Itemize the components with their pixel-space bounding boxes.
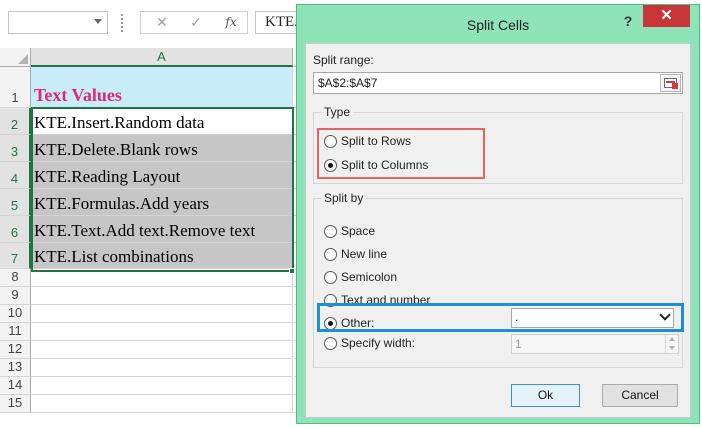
split-range-label: Split range: <box>313 53 374 67</box>
table-cell[interactable]: KTE.Formulas.Add years <box>31 189 293 216</box>
range-select-button[interactable] <box>660 74 681 92</box>
radio-button[interactable] <box>324 270 337 284</box>
select-all-corner[interactable] <box>0 48 31 67</box>
cancel-button[interactable]: Cancel <box>602 384 678 407</box>
radio-space[interactable]: Space <box>324 223 375 239</box>
spin-down-icon[interactable] <box>669 346 675 350</box>
select-all-triangle-icon <box>18 54 28 64</box>
row-header-2[interactable]: 2 <box>0 108 31 135</box>
table-cell[interactable] <box>31 269 293 287</box>
radio-button[interactable] <box>324 247 337 261</box>
table-cell[interactable]: KTE.Delete.Blank rows <box>31 135 293 162</box>
split-by-group-title: Split by <box>321 191 367 205</box>
range-picker-icon-arrow <box>672 83 678 89</box>
header-cell[interactable]: Text Values <box>31 67 293 108</box>
help-button[interactable]: ? <box>621 11 635 31</box>
row-header-8[interactable]: 8 <box>0 269 31 287</box>
dialog-title: Split Cells <box>466 17 530 33</box>
formula-bar-separator[interactable] <box>121 14 124 32</box>
table-cell[interactable] <box>31 359 293 377</box>
dialog-body: Split range: $A$2:$A$7 Type Split to Row… <box>305 43 691 418</box>
ok-button[interactable]: Ok <box>511 384 580 407</box>
chevron-down-icon[interactable] <box>94 19 102 24</box>
row-header-12[interactable]: 12 <box>0 341 31 359</box>
row-header-11[interactable]: 11 <box>0 323 31 341</box>
row-header-6[interactable]: 6 <box>0 216 31 243</box>
radio-button[interactable] <box>324 336 337 350</box>
table-cell[interactable] <box>31 377 293 395</box>
row-header-5[interactable]: 5 <box>0 189 31 216</box>
formula-buttons: ✕ ✓ fx <box>140 11 248 34</box>
table-cell[interactable]: KTE.Insert.Random data <box>31 108 293 135</box>
specify-width-input[interactable]: 1 <box>511 334 679 354</box>
radio-specify-width[interactable]: Specify width: <box>324 335 415 351</box>
close-button[interactable]: ✕ <box>643 5 690 27</box>
table-cell[interactable]: KTE.Text.Add text.Remove text <box>31 216 293 243</box>
row-header-1[interactable]: 1 <box>0 67 31 108</box>
formula-input[interactable]: KTE.Insert.Random data <box>255 11 300 34</box>
table-cell[interactable] <box>31 323 293 341</box>
table-cell[interactable] <box>31 305 293 323</box>
table-cell[interactable]: KTE.Reading Layout <box>31 162 293 189</box>
type-highlight-box <box>317 128 485 179</box>
split-range-input[interactable]: $A$2:$A$7 <box>313 72 683 94</box>
radio-label: Semicolon <box>341 270 398 284</box>
split-range-value: $A$2:$A$7 <box>318 76 378 90</box>
row-header-4[interactable]: 4 <box>0 162 31 189</box>
spreadsheet-grid: A 1 Text Values 2 KTE.Insert.Random data 3 KT… <box>0 48 304 428</box>
specify-width-value: 1 <box>515 337 522 351</box>
row-header-15[interactable]: 15 <box>0 395 31 413</box>
radio-label: New line <box>341 247 388 261</box>
column-header-a[interactable]: A <box>31 48 293 67</box>
width-spinner[interactable] <box>665 335 678 353</box>
table-cell[interactable]: KTE.List combinations <box>31 243 293 269</box>
insert-function-icon[interactable]: fx <box>216 12 246 33</box>
table-cell[interactable] <box>31 341 293 359</box>
confirm-entry-icon[interactable]: ✓ <box>181 12 211 33</box>
row-header-14[interactable]: 14 <box>0 377 31 395</box>
table-cell[interactable] <box>31 287 293 305</box>
fill-handle[interactable] <box>289 268 295 274</box>
split-cells-dialog: Split Cells ? ✕ Split range: $A$2:$A$7 T… <box>296 4 700 424</box>
row-header-10[interactable]: 10 <box>0 305 31 323</box>
table-cell[interactable] <box>31 395 293 413</box>
cancel-entry-icon[interactable]: ✕ <box>147 12 177 33</box>
other-highlight-box <box>317 303 684 332</box>
radio-new-line[interactable]: New line <box>324 246 387 262</box>
row-header-7[interactable]: 7 <box>0 243 31 269</box>
radio-label: Space <box>341 224 376 238</box>
spin-up-icon[interactable] <box>669 337 675 341</box>
row-header-9[interactable]: 9 <box>0 287 31 305</box>
radio-button[interactable] <box>324 224 337 238</box>
row-header-3[interactable]: 3 <box>0 135 31 162</box>
name-box[interactable] <box>8 11 108 34</box>
radio-semicolon[interactable]: Semicolon <box>324 269 397 285</box>
type-group-title: Type <box>321 105 354 119</box>
row-header-13[interactable]: 13 <box>0 359 31 377</box>
radio-label: Specify width: <box>341 336 416 350</box>
